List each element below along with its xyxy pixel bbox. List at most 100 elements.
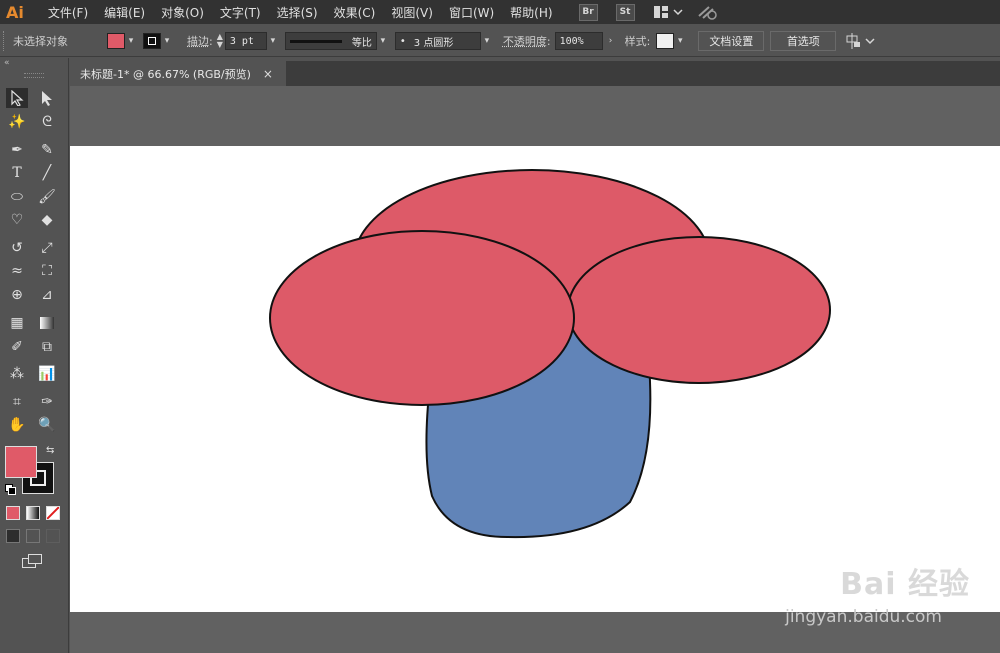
app-logo: Ai bbox=[6, 2, 24, 22]
stroke-weight-input[interactable]: 3 pt bbox=[224, 32, 267, 50]
brush-definition[interactable]: • 3 点圆形 bbox=[394, 32, 481, 50]
draw-inside-icon[interactable] bbox=[46, 529, 60, 543]
menu-edit[interactable]: 编辑(E) bbox=[96, 4, 153, 21]
artwork bbox=[269, 169, 831, 539]
align-icon[interactable] bbox=[846, 33, 876, 49]
gradient-swatch-icon bbox=[40, 317, 54, 329]
shape-builder-tool-icon[interactable]: ⊕ bbox=[6, 285, 28, 305]
fill-color-box[interactable] bbox=[5, 446, 37, 478]
opacity-label[interactable]: 不透明度 bbox=[503, 33, 547, 49]
panel-grip-icon bbox=[3, 31, 7, 51]
menu-window[interactable]: 窗口(W) bbox=[441, 4, 502, 21]
type-tool-icon[interactable]: T bbox=[6, 163, 28, 183]
style-label-colon: : bbox=[646, 34, 651, 48]
color-mode-icon[interactable] bbox=[6, 506, 20, 520]
mushroom-cap-right[interactable] bbox=[567, 236, 831, 384]
menu-effect[interactable]: 效果(C) bbox=[326, 4, 384, 21]
selection-status: 未选择对象 bbox=[13, 35, 68, 48]
variable-width-profile[interactable]: 等比 bbox=[284, 32, 377, 50]
canvas-area[interactable]: Bai 经验 jingyan.baidu.com bbox=[70, 86, 1000, 653]
column-graph-tool-icon[interactable]: 📊 bbox=[36, 364, 58, 384]
paintbrush-tool-icon[interactable]: 🖌 bbox=[36, 187, 58, 207]
swap-colors-icon[interactable]: ⇆ bbox=[46, 445, 54, 456]
mushroom-cap-left[interactable] bbox=[269, 230, 575, 406]
style-dropdown-icon[interactable]: ▾ bbox=[674, 31, 686, 51]
ellipse-tool-icon[interactable]: ⬭ bbox=[6, 187, 28, 207]
perspective-grid-tool-icon[interactable]: ⊿ bbox=[36, 285, 58, 305]
screen-mode-icon[interactable] bbox=[22, 554, 44, 568]
artboard-tool-icon[interactable]: ⌗ bbox=[6, 392, 28, 412]
shaper-tool-icon[interactable]: ♡ bbox=[6, 210, 28, 230]
stroke-label[interactable]: 描边 bbox=[187, 33, 209, 49]
free-transform-tool-icon[interactable]: ⛶ bbox=[36, 261, 58, 281]
draw-normal-icon[interactable] bbox=[6, 529, 20, 543]
stroke-label-colon: : bbox=[209, 34, 213, 48]
pen-tool-icon[interactable]: ✒ bbox=[6, 140, 28, 160]
document-tab-bar: 未标题-1* @ 66.67% (RGB/预览) × bbox=[70, 61, 1000, 86]
eyedropper-tool-icon[interactable]: ✐ bbox=[6, 337, 28, 357]
profile-line-icon bbox=[289, 39, 342, 43]
tab-close-icon[interactable]: × bbox=[263, 67, 273, 81]
style-label: 样式 bbox=[624, 35, 647, 48]
gradient-mode-icon[interactable] bbox=[26, 506, 40, 520]
scale-tool-icon[interactable]: ⤢ bbox=[36, 238, 58, 258]
brush-dropdown-icon[interactable]: ▾ bbox=[481, 31, 493, 51]
profile-dropdown-icon[interactable]: ▾ bbox=[377, 31, 389, 51]
line-segment-tool-icon[interactable]: ╱ bbox=[36, 163, 58, 183]
watermark-url: jingyan.baidu.com bbox=[785, 607, 942, 627]
stroke-dropdown-icon[interactable]: ▾ bbox=[161, 31, 173, 51]
preferences-button[interactable]: 首选项 bbox=[770, 31, 837, 51]
slice-tool-icon[interactable]: ✑ bbox=[36, 392, 58, 412]
direct-selection-tool-icon[interactable] bbox=[36, 88, 58, 108]
opacity-label-colon: : bbox=[546, 34, 551, 48]
draw-behind-icon[interactable] bbox=[26, 529, 40, 543]
menu-file[interactable]: 文件(F) bbox=[40, 4, 96, 21]
stroke-swatch-inner-icon bbox=[148, 37, 156, 45]
document-tab-title: 未标题-1* @ 66.67% (RGB/预览) bbox=[80, 67, 251, 81]
profile-label: 等比 bbox=[351, 37, 372, 49]
gradient-tool-icon[interactable] bbox=[36, 313, 58, 333]
zoom-tool-icon[interactable]: 🔍 bbox=[36, 415, 58, 435]
blend-tool-icon[interactable]: ⧉ bbox=[36, 337, 58, 357]
watermark-brand: Bai 经验 bbox=[840, 567, 970, 602]
brush-label: 3 点圆形 bbox=[413, 37, 454, 49]
selection-tool-icon[interactable] bbox=[6, 88, 28, 108]
magic-wand-tool-icon[interactable]: ✨ bbox=[6, 112, 28, 132]
menu-view[interactable]: 视图(V) bbox=[383, 4, 441, 21]
graphic-style-swatch[interactable] bbox=[656, 33, 675, 49]
sync-icon[interactable] bbox=[697, 4, 719, 20]
panel-collapse-icon[interactable]: « bbox=[4, 58, 10, 68]
opacity-expand-icon[interactable]: › bbox=[605, 31, 617, 51]
width-tool-icon[interactable]: ≈ bbox=[6, 261, 28, 281]
stroke-swatch[interactable] bbox=[143, 33, 161, 49]
symbol-sprayer-tool-icon[interactable]: ⁂ bbox=[6, 364, 28, 384]
artboard[interactable] bbox=[70, 146, 1000, 612]
document-setup-button[interactable]: 文档设置 bbox=[698, 31, 765, 51]
none-mode-icon[interactable] bbox=[46, 506, 60, 520]
stroke-stepper-icon[interactable]: ▲ ▼ bbox=[217, 33, 223, 49]
mesh-tool-icon[interactable]: ▦ bbox=[6, 313, 28, 333]
menu-bar: Ai 文件(F) 编辑(E) 对象(O) 文字(T) 选择(S) 效果(C) 视… bbox=[0, 0, 1000, 24]
menu-type[interactable]: 文字(T) bbox=[212, 4, 269, 21]
menu-help[interactable]: 帮助(H) bbox=[502, 4, 560, 21]
eraser-tool-icon[interactable]: ◆ bbox=[36, 210, 58, 230]
stock-button[interactable]: St bbox=[615, 3, 635, 21]
panel-grip-icon bbox=[24, 73, 44, 78]
control-bar: 未选择对象 ▾ ▾ 描边 : ▲ ▼ 3 pt ▾ 等比 ▾ • 3 点圆形 ▾ … bbox=[0, 26, 1000, 57]
curvature-tool-icon[interactable]: ✎ bbox=[36, 140, 58, 160]
menu-object[interactable]: 对象(O) bbox=[153, 4, 212, 21]
hand-tool-icon[interactable]: ✋ bbox=[6, 415, 28, 435]
default-colors-icon[interactable] bbox=[5, 484, 16, 495]
tools-panel: « ✨ ᘓ ✒ ✎ T ╱ ⬭ 🖌 ♡ ◆ ↺ ⤢ ≈ ⛶ ⊕ ⊿ ▦ ✐ ⧉ … bbox=[0, 58, 69, 653]
brush-dot-icon: • bbox=[399, 35, 406, 47]
opacity-input[interactable]: 100% bbox=[554, 32, 603, 50]
bridge-button[interactable]: Br bbox=[578, 3, 598, 21]
fill-dropdown-icon[interactable]: ▾ bbox=[125, 31, 137, 51]
rotate-tool-icon[interactable]: ↺ bbox=[6, 238, 28, 258]
menu-select[interactable]: 选择(S) bbox=[269, 4, 326, 21]
arrange-documents-icon[interactable] bbox=[653, 5, 683, 19]
lasso-tool-icon[interactable]: ᘓ bbox=[36, 112, 58, 132]
document-tab[interactable]: 未标题-1* @ 66.67% (RGB/预览) × bbox=[70, 61, 286, 86]
stroke-weight-dropdown-icon[interactable]: ▾ bbox=[267, 31, 279, 51]
fill-swatch[interactable] bbox=[107, 33, 125, 49]
